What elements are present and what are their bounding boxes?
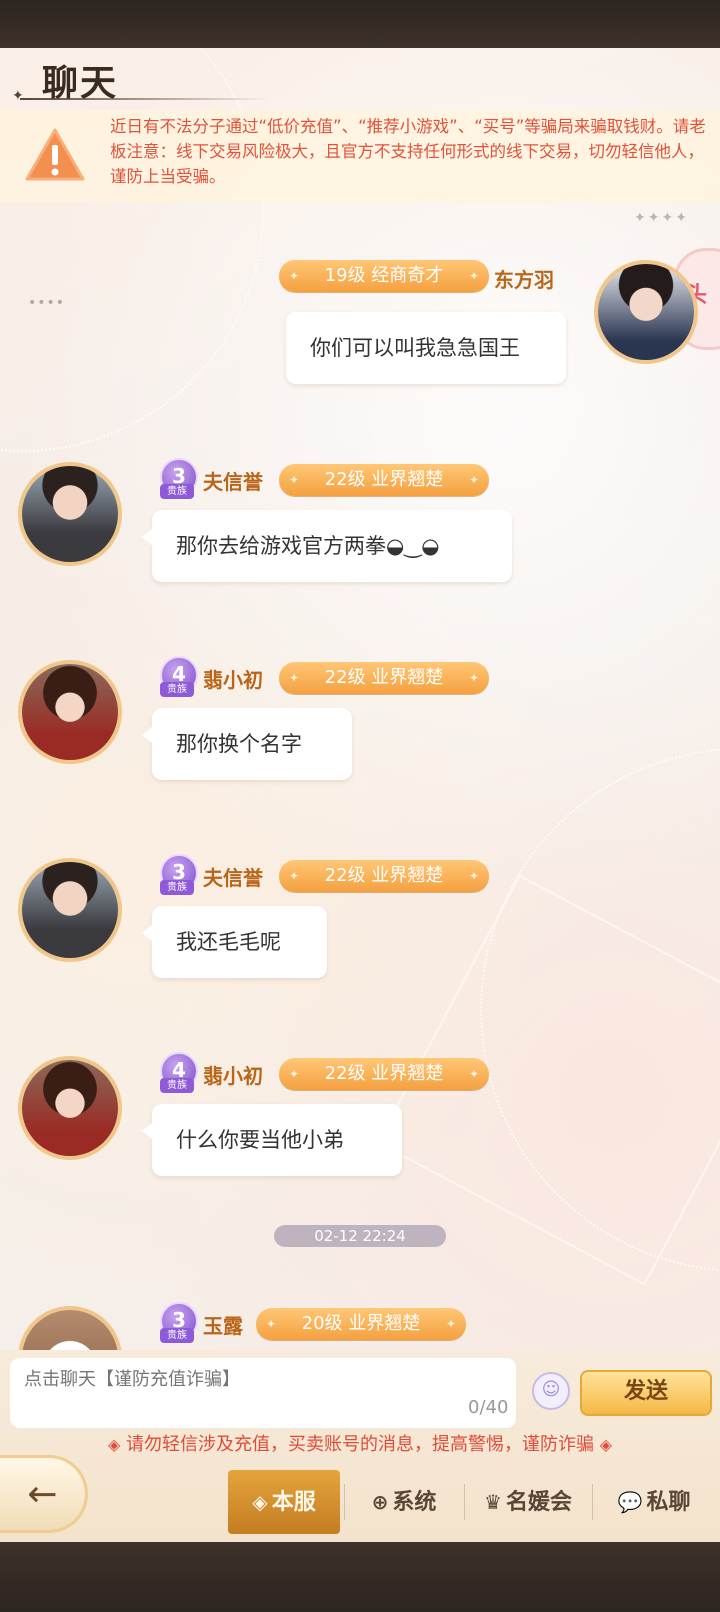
tab-divider bbox=[592, 1484, 593, 1520]
warning-text: 请勿轻信涉及充值，买卖账号的消息，提高警惕，谨防诈骗 bbox=[126, 1434, 594, 1455]
timestamp-pill: 02-12 22:24 bbox=[274, 1225, 446, 1247]
level-badge: 20级 业界翘楚 bbox=[256, 1308, 466, 1340]
tab-local-server[interactable]: ◈ 本服 bbox=[228, 1470, 340, 1534]
tab-private-chat[interactable]: 💬 私聊 bbox=[594, 1470, 714, 1534]
fraud-warning-line: ◈ 请勿轻信涉及充值，买卖账号的消息，提高警惕，谨防诈骗 ◈ bbox=[0, 1430, 720, 1460]
tab-divider bbox=[344, 1484, 345, 1520]
avatar[interactable] bbox=[594, 260, 698, 364]
rank-badge: 4 贵族 bbox=[158, 1052, 198, 1094]
rank-tag: 贵族 bbox=[160, 1078, 194, 1093]
message-bubble[interactable]: 你们可以叫我急急国王 bbox=[286, 312, 566, 384]
tab-label: 本服 bbox=[271, 1490, 316, 1515]
notice-text: 近日有不法分子通过“低价充值”、“推荐小游戏”、“买号”等骗局来骗取钱财。请老板… bbox=[110, 117, 706, 186]
level-badge: 22级 业界翘楚 bbox=[279, 1058, 489, 1090]
char-counter: 0/40 bbox=[468, 1397, 509, 1418]
ellipsis-icon: •••• bbox=[28, 295, 66, 311]
diamond-icon: ◈ bbox=[252, 1490, 268, 1514]
warning-diamond-icon: ◈ bbox=[107, 1435, 121, 1454]
decor-ring bbox=[0, 48, 264, 452]
username[interactable]: 夫信誉 bbox=[203, 862, 263, 891]
sparkle-icon: ✦✦✦✦ bbox=[634, 210, 689, 226]
tab-divider bbox=[464, 1484, 465, 1520]
warning-diamond-icon: ◈ bbox=[599, 1435, 613, 1454]
channel-tabs: ◈ 本服 ⊕ 系统 ♛ 名媛会 💬 私聊 bbox=[228, 1470, 720, 1534]
rank-badge: 4 贵族 bbox=[158, 656, 198, 698]
warning-icon bbox=[25, 128, 85, 181]
tab-label: 私聊 bbox=[646, 1490, 691, 1515]
tab-label: 名媛会 bbox=[505, 1490, 572, 1515]
level-badge: 22级 业界翘楚 bbox=[279, 464, 489, 496]
level-badge: 19级 经商奇才 bbox=[279, 260, 489, 292]
username[interactable]: 夫信誉 bbox=[203, 466, 263, 495]
avatar[interactable] bbox=[18, 858, 122, 962]
back-button[interactable]: ← bbox=[0, 1455, 88, 1533]
rank-tag: 贵族 bbox=[160, 1328, 194, 1343]
crown-icon: ♛ bbox=[484, 1490, 502, 1514]
female-avatar bbox=[22, 1060, 118, 1156]
chat-input-box[interactable] bbox=[10, 1358, 516, 1428]
level-badge: 22级 业界翘楚 bbox=[279, 860, 489, 892]
rank-badge: 3 贵族 bbox=[158, 854, 198, 896]
rank-badge: 3 贵族 bbox=[158, 1302, 198, 1344]
message-bubble[interactable]: 我还毛毛呢 bbox=[142, 906, 327, 978]
chat-icon: 💬 bbox=[617, 1490, 643, 1514]
username[interactable]: 东方羽 bbox=[494, 264, 554, 293]
title-underline bbox=[20, 98, 270, 100]
chat-input[interactable] bbox=[22, 1364, 496, 1394]
smile-icon[interactable]: ☺ bbox=[532, 1372, 570, 1410]
username[interactable]: 翡小初 bbox=[203, 664, 263, 693]
avatar[interactable] bbox=[18, 660, 122, 764]
female-avatar bbox=[22, 664, 118, 760]
username[interactable]: 翡小初 bbox=[203, 1060, 263, 1089]
rank-tag: 贵族 bbox=[160, 484, 194, 499]
bottom-frame bbox=[0, 1542, 720, 1612]
tab-label: 系统 bbox=[392, 1490, 437, 1515]
male-avatar bbox=[22, 862, 118, 958]
male-avatar bbox=[22, 466, 118, 562]
sparkle-icon: ✦ bbox=[12, 88, 24, 104]
globe-icon: ⊕ bbox=[371, 1490, 389, 1514]
tab-system[interactable]: ⊕ 系统 bbox=[346, 1470, 462, 1534]
tab-socialite-club[interactable]: ♛ 名媛会 bbox=[466, 1470, 590, 1534]
rank-badge: 3 贵族 bbox=[158, 458, 198, 500]
avatar[interactable] bbox=[18, 1056, 122, 1160]
username[interactable]: 玉露 bbox=[203, 1310, 243, 1339]
level-badge: 22级 业界翘楚 bbox=[279, 662, 489, 694]
send-button[interactable]: 发送 bbox=[580, 1370, 712, 1416]
message-bubble[interactable]: 什么你要当他小弟 bbox=[142, 1104, 402, 1176]
message-bubble[interactable]: 那你去给游戏官方两拳◒‿◒ bbox=[142, 510, 512, 582]
message-bubble[interactable]: 那你换个名字 bbox=[142, 708, 352, 780]
rank-tag: 贵族 bbox=[160, 682, 194, 697]
avatar[interactable] bbox=[18, 462, 122, 566]
back-arrow-icon: ← bbox=[27, 1474, 58, 1515]
male-glasses-avatar bbox=[598, 264, 694, 360]
top-frame bbox=[0, 0, 720, 48]
rank-tag: 贵族 bbox=[160, 880, 194, 895]
